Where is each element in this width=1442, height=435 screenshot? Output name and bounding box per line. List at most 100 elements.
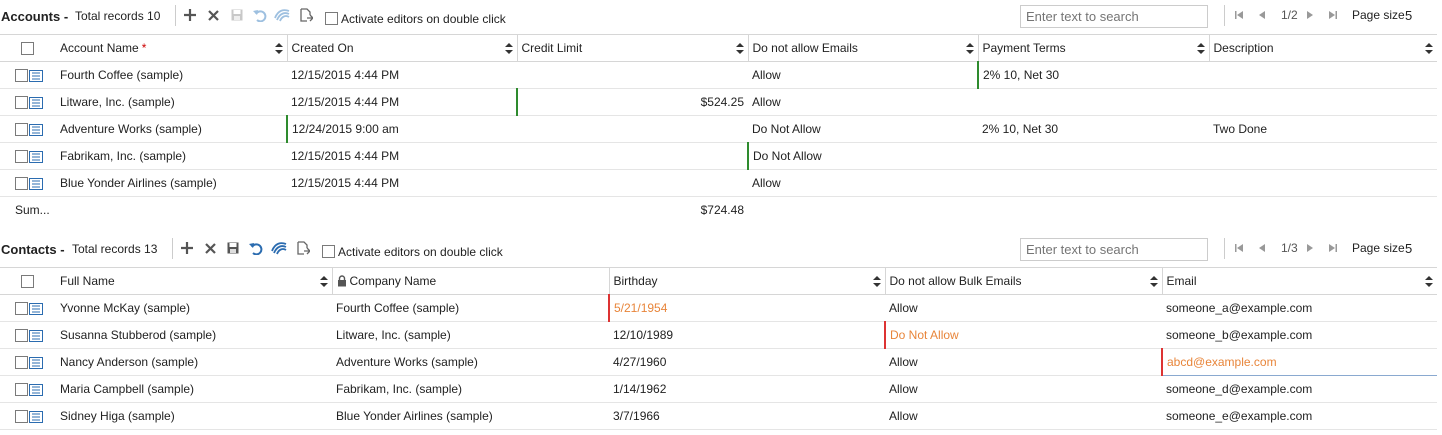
delete-icon[interactable] — [201, 239, 219, 257]
delete-icon[interactable] — [204, 6, 222, 24]
cell[interactable]: 4/27/1960 — [609, 348, 885, 376]
next-page-icon[interactable] — [1304, 9, 1316, 21]
column-header-credit-limit[interactable]: Credit Limit — [517, 34, 749, 62]
cell-changed[interactable]: Do Not Allow — [747, 142, 978, 170]
page-size-value[interactable]: 5 — [1405, 8, 1412, 23]
cell[interactable]: 2% 10, Net 30 — [978, 115, 1209, 143]
cell-changed[interactable]: $524.25 — [516, 88, 748, 116]
cell-invalid[interactable]: 5/21/1954 — [608, 294, 885, 322]
sort-icon[interactable] — [274, 43, 283, 54]
sort-icon[interactable] — [1196, 43, 1205, 54]
column-header-description[interactable]: Description — [1209, 34, 1437, 62]
save-icon[interactable] — [224, 239, 242, 257]
select-all-checkbox[interactable] — [21, 42, 34, 56]
sort-icon[interactable] — [965, 43, 974, 54]
row-checkbox[interactable] — [15, 123, 28, 137]
add-icon[interactable] — [178, 239, 196, 257]
last-page-icon[interactable] — [1327, 242, 1339, 254]
edit-record-icon[interactable] — [29, 356, 43, 369]
page-size-value[interactable]: 5 — [1405, 241, 1412, 256]
cell[interactable] — [1209, 88, 1437, 116]
sort-icon[interactable] — [319, 276, 328, 287]
cell[interactable]: Yvonne McKay (sample) — [56, 294, 332, 322]
column-header-email[interactable]: Email — [1162, 267, 1437, 295]
first-page-icon[interactable] — [1233, 9, 1245, 21]
cell[interactable]: Fabrikam, Inc. (sample) — [332, 375, 609, 403]
refresh-icon[interactable] — [273, 6, 291, 24]
column-header-do-not-allow-bulk-emails[interactable]: Do not allow Bulk Emails — [885, 267, 1163, 295]
column-header-payment-terms[interactable]: Payment Terms — [978, 34, 1210, 62]
cell[interactable]: Maria Campbell (sample) — [56, 375, 332, 403]
select-all-checkbox[interactable] — [21, 275, 34, 289]
sort-icon[interactable] — [1425, 43, 1433, 54]
table-row[interactable]: Sidney Higa (sample) Blue Yonder Airline… — [0, 402, 1437, 430]
edit-record-icon[interactable] — [29, 177, 43, 190]
table-row[interactable]: Susanna Stubberod (sample) Litware, Inc.… — [0, 321, 1437, 349]
accounts-search-input[interactable] — [1020, 5, 1208, 28]
cell[interactable] — [978, 142, 1209, 170]
column-header-company-name[interactable]: Company Name — [332, 267, 610, 295]
next-page-icon[interactable] — [1304, 242, 1316, 254]
cell[interactable]: Adventure Works (sample) — [332, 348, 609, 376]
first-page-icon[interactable] — [1233, 242, 1245, 254]
edit-record-icon[interactable] — [29, 96, 43, 109]
table-row[interactable]: Fabrikam, Inc. (sample) 12/15/2015 4:44 … — [0, 142, 1437, 170]
edit-record-icon[interactable] — [29, 69, 43, 82]
cell[interactable]: Blue Yonder Airlines (sample) — [332, 402, 609, 430]
cell[interactable]: Allow — [885, 294, 1162, 322]
cell-changed[interactable]: 2% 10, Net 30 — [977, 61, 1209, 89]
cell[interactable] — [517, 61, 748, 89]
cell[interactable]: Fabrikam, Inc. (sample) — [56, 142, 287, 170]
edit-record-icon[interactable] — [29, 410, 43, 423]
edit-record-icon[interactable] — [29, 150, 43, 163]
row-checkbox[interactable] — [15, 150, 28, 164]
cell[interactable] — [978, 169, 1209, 197]
cell[interactable]: 12/15/2015 4:44 PM — [287, 142, 517, 170]
cell-changed[interactable]: 12/24/2015 9:00 am — [286, 115, 517, 143]
cell[interactable]: Two Done — [1209, 115, 1437, 143]
edit-record-icon[interactable] — [29, 329, 43, 342]
cell[interactable]: Fourth Coffee (sample) — [332, 294, 609, 322]
cell[interactable]: Nancy Anderson (sample) — [56, 348, 332, 376]
cell[interactable]: Adventure Works (sample) — [56, 115, 287, 143]
cell[interactable]: someone_e@example.com — [1162, 402, 1437, 430]
activate-editors-checkbox[interactable] — [325, 12, 338, 25]
cell-invalid[interactable]: abcd@example.com — [1161, 348, 1437, 376]
row-checkbox[interactable] — [15, 356, 28, 370]
sort-icon[interactable] — [1425, 276, 1433, 287]
cell[interactable] — [1209, 169, 1437, 197]
cell[interactable]: 12/15/2015 4:44 PM — [287, 88, 517, 116]
edit-record-icon[interactable] — [29, 383, 43, 396]
row-checkbox[interactable] — [15, 410, 28, 424]
cell[interactable]: Litware, Inc. (sample) — [56, 88, 287, 116]
cell[interactable] — [517, 169, 748, 197]
cell[interactable]: Susanna Stubberod (sample) — [56, 321, 332, 349]
cell[interactable]: Allow — [748, 88, 978, 116]
table-row[interactable]: Adventure Works (sample) 12/24/2015 9:00… — [0, 115, 1437, 143]
cell[interactable]: 1/14/1962 — [609, 375, 885, 403]
table-row[interactable]: Nancy Anderson (sample) Adventure Works … — [0, 348, 1437, 376]
column-header-do-not-allow-emails[interactable]: Do not allow Emails — [748, 34, 979, 62]
refresh-icon[interactable] — [270, 239, 288, 257]
cell[interactable]: someone_a@example.com — [1162, 294, 1437, 322]
row-checkbox[interactable] — [15, 383, 28, 397]
cell[interactable]: Do Not Allow — [748, 115, 978, 143]
table-row[interactable]: Maria Campbell (sample) Fabrikam, Inc. (… — [0, 375, 1437, 403]
column-header-full-name[interactable]: Full Name — [56, 267, 333, 295]
undo-icon[interactable] — [251, 6, 269, 24]
undo-icon[interactable] — [247, 239, 265, 257]
contacts-search-input[interactable] — [1020, 238, 1208, 261]
cell[interactable]: Allow — [748, 169, 978, 197]
activate-editors-checkbox[interactable] — [322, 245, 335, 258]
cell[interactable]: Allow — [748, 61, 978, 89]
prev-page-icon[interactable] — [1256, 242, 1268, 254]
cell[interactable]: 3/7/1966 — [609, 402, 885, 430]
sort-icon[interactable] — [872, 276, 881, 287]
edit-record-icon[interactable] — [29, 123, 43, 136]
cell[interactable]: 12/10/1989 — [609, 321, 885, 349]
row-checkbox[interactable] — [15, 302, 28, 316]
cell[interactable]: Litware, Inc. (sample) — [332, 321, 609, 349]
row-checkbox[interactable] — [15, 96, 28, 110]
column-header-account-name[interactable]: Account Name * — [56, 34, 288, 62]
cell[interactable] — [1209, 142, 1437, 170]
